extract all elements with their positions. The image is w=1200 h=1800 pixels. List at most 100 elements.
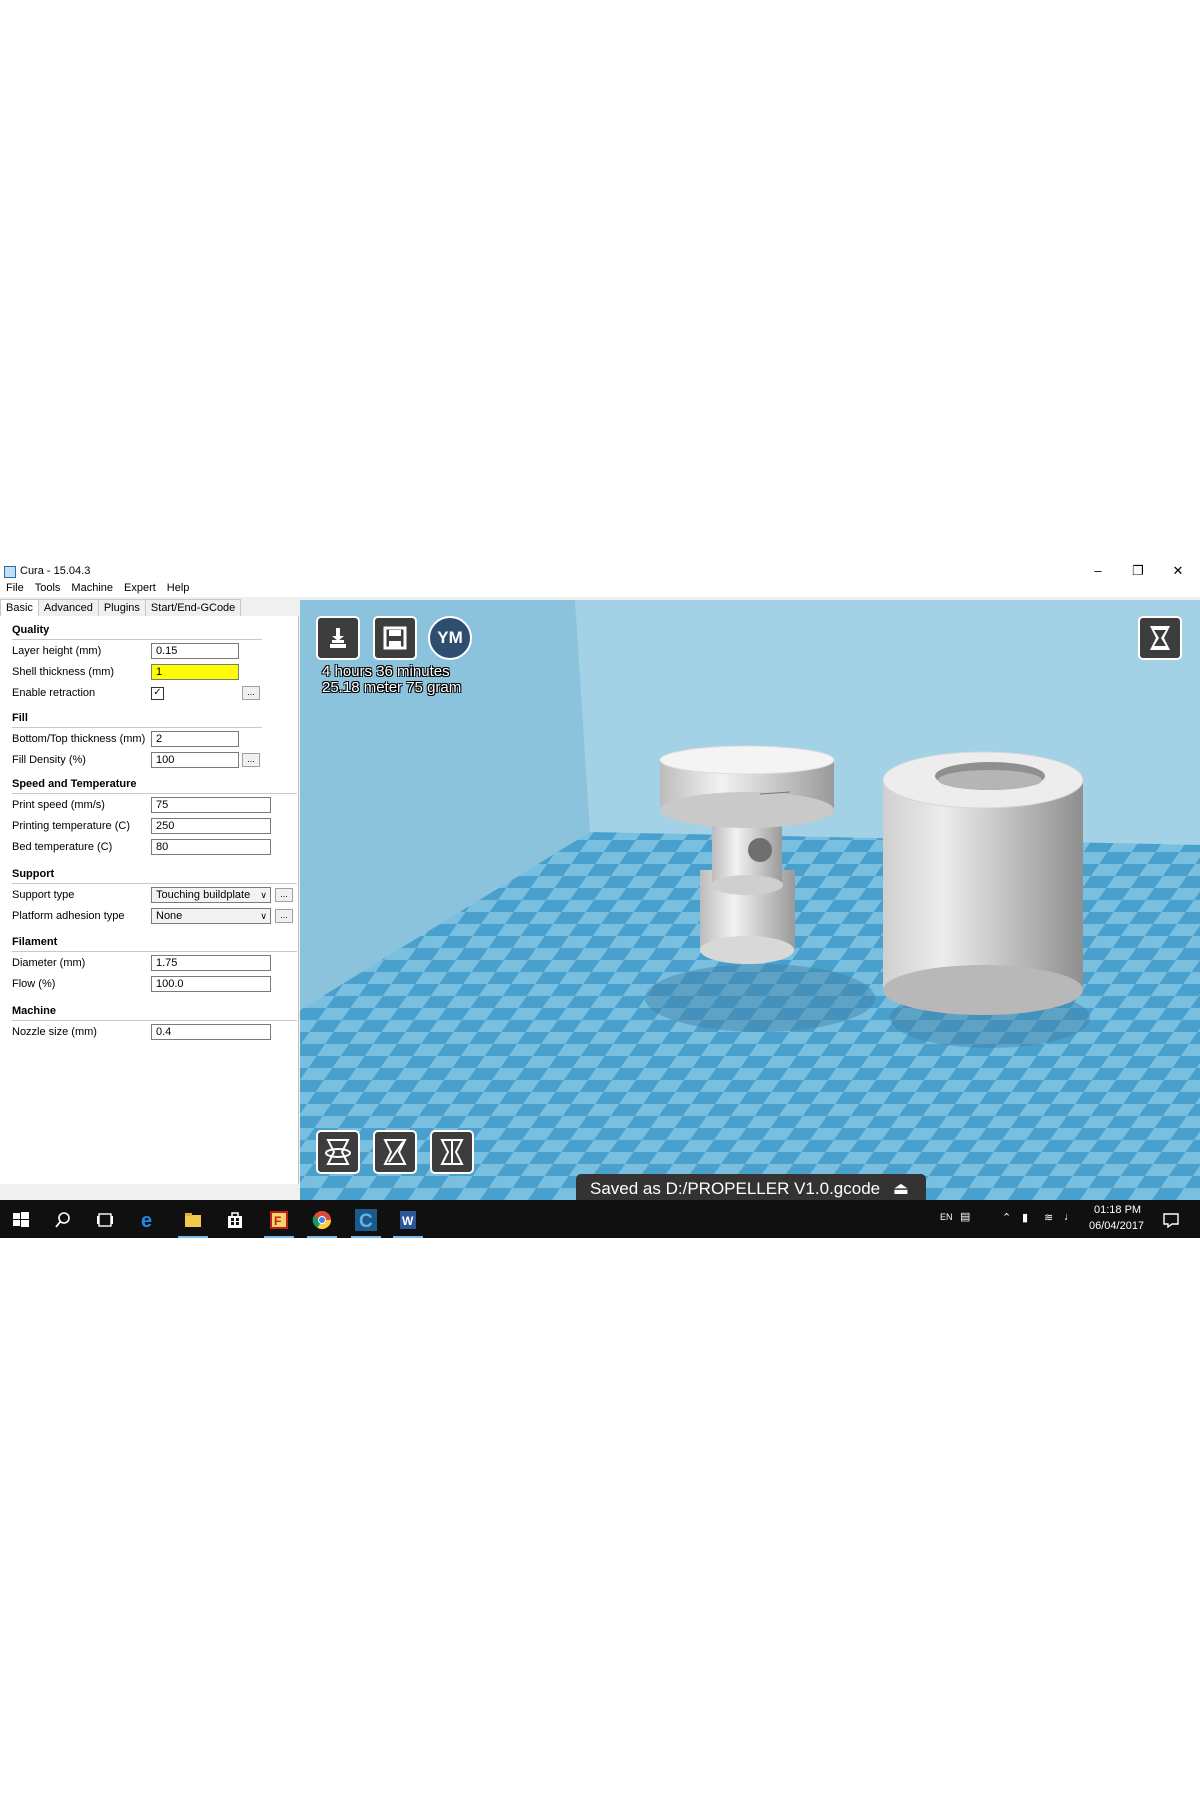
section-filament: Filament [12, 936, 58, 948]
bed-temperature-input[interactable]: 80 [151, 839, 271, 855]
flow-label: Flow (%) [12, 978, 56, 990]
word-icon[interactable]: W [397, 1209, 419, 1231]
battery-icon[interactable]: ▮ [1022, 1211, 1028, 1224]
shell-thickness-input[interactable]: 1 [151, 664, 239, 680]
shell-thickness-label: Shell thickness (mm) [12, 666, 115, 678]
load-model-button[interactable] [316, 616, 360, 660]
svg-text:W: W [402, 1214, 414, 1228]
search-icon[interactable] [52, 1209, 74, 1231]
enable-retraction-checkbox[interactable]: ✓ [151, 687, 164, 700]
chevron-down-icon: ∨ [260, 911, 267, 921]
fill-density-label: Fill Density (%) [12, 754, 86, 766]
close-button[interactable]: ✕ [1158, 562, 1198, 580]
youmagine-button[interactable]: YM [428, 616, 472, 660]
adhesion-more-button[interactable]: ... [275, 909, 293, 923]
support-type-select[interactable]: Touching buildplate ∨ [151, 887, 271, 903]
model-tube[interactable] [882, 751, 1084, 1015]
file-explorer-icon[interactable] [182, 1209, 204, 1231]
restore-button[interactable]: ❐ [1118, 562, 1158, 580]
3d-viewport[interactable]: YM 4 hours 36 minutes 25.18 meter 75 gra… [300, 600, 1200, 1200]
store-icon[interactable] [224, 1209, 246, 1231]
active-indicator [178, 1236, 208, 1238]
windows-icon[interactable] [10, 1209, 32, 1231]
chevron-up-icon[interactable]: ⌃ [1002, 1211, 1011, 1224]
edge-icon[interactable]: e [138, 1209, 160, 1231]
menu-expert[interactable]: Expert [118, 580, 161, 594]
wifi-icon[interactable]: ≋ [1044, 1211, 1053, 1224]
tab-advanced[interactable]: Advanced [37, 599, 99, 616]
support-type-value: Touching buildplate [156, 889, 251, 901]
printing-temperature-input[interactable]: 250 [151, 818, 271, 834]
print-time-estimate: 4 hours 36 minutes [322, 663, 450, 680]
rotate-tool-button[interactable] [316, 1130, 360, 1174]
layer-height-input[interactable]: 0.15 [151, 643, 239, 659]
divider [12, 727, 262, 728]
cura-window: Cura - 15.04.3 – ❐ ✕ File Tools Machine Exp… [0, 562, 1200, 1238]
platform-adhesion-select[interactable]: None ∨ [151, 908, 271, 924]
menu-help[interactable]: Help [161, 580, 195, 594]
chevron-down-icon: ∨ [260, 890, 267, 900]
task-view-icon[interactable] [94, 1209, 116, 1231]
tab-start-end-gcode[interactable]: Start/End-GCode [144, 599, 242, 616]
section-machine: Machine [12, 1005, 57, 1017]
nozzle-size-label: Nozzle size (mm) [12, 1026, 97, 1038]
cura-icon[interactable]: C [355, 1209, 377, 1231]
title-bar: Cura - 15.04.3 – ❐ ✕ [0, 562, 1200, 580]
menu-file[interactable]: File [0, 580, 29, 594]
scale-tool-button[interactable] [373, 1130, 417, 1174]
volume-icon[interactable]: ♩ [1064, 1211, 1075, 1223]
divider [12, 883, 297, 884]
filezilla-icon[interactable]: F [268, 1209, 290, 1231]
fill-more-button[interactable]: ... [242, 753, 260, 767]
print-speed-label: Print speed (mm/s) [12, 799, 105, 811]
flow-input[interactable]: 100.0 [151, 976, 271, 992]
divider [12, 793, 297, 794]
save-gcode-button[interactable] [373, 616, 417, 660]
section-speed-temperature: Speed and Temperature [12, 778, 137, 790]
diameter-label: Diameter (mm) [12, 957, 86, 969]
active-indicator [307, 1236, 337, 1238]
keyboard-icon[interactable]: ▤ [960, 1210, 970, 1223]
tab-plugins[interactable]: Plugins [97, 599, 146, 616]
retraction-more-button[interactable]: ... [242, 686, 260, 700]
menu-tools[interactable]: Tools [29, 580, 66, 594]
layer-height-label: Layer height (mm) [12, 645, 102, 657]
minimize-button[interactable]: – [1078, 562, 1118, 580]
support-more-button[interactable]: ... [275, 888, 293, 902]
fill-density-input[interactable]: 100 [151, 752, 239, 768]
divider [12, 951, 297, 952]
save-disk-icon [383, 626, 407, 650]
bottom-top-thickness-input[interactable]: 2 [151, 731, 239, 747]
divider [12, 639, 262, 640]
clock-time[interactable]: 01:18 PM [1094, 1204, 1141, 1216]
language-indicator[interactable]: EN [940, 1212, 953, 1222]
eject-icon[interactable]: ⏏ [893, 1179, 909, 1198]
cura-app-icon [4, 566, 16, 578]
view-mode-button[interactable] [1138, 616, 1182, 660]
windows-taskbar: e F C W EN ▤ ⌃ ▮ ≋ ♩ 01:18 PM 06/04/2017 [0, 1200, 1200, 1238]
mirror-icon [440, 1139, 464, 1165]
diameter-input[interactable]: 1.75 [151, 955, 271, 971]
notification-center-icon[interactable] [1160, 1209, 1182, 1231]
view-mode-icon [1150, 626, 1170, 650]
window-title: Cura - 15.04.3 [20, 565, 91, 577]
divider [12, 1020, 297, 1021]
bed-temperature-label: Bed temperature (C) [12, 841, 113, 853]
section-fill: Fill [12, 712, 28, 724]
menu-machine[interactable]: Machine [65, 580, 118, 594]
mirror-tool-button[interactable] [430, 1130, 474, 1174]
rotate-icon [325, 1139, 351, 1165]
platform-adhesion-label: Platform adhesion type [12, 910, 125, 922]
section-support: Support [12, 868, 55, 880]
svg-text:e: e [141, 1210, 152, 1231]
bottom-top-thickness-label: Bottom/Top thickness (mm) [12, 733, 146, 745]
svg-text:F: F [274, 1214, 281, 1228]
basic-settings-panel: Quality Layer height (mm) 0.15 Shell thi… [0, 616, 299, 1184]
chrome-icon[interactable] [311, 1209, 333, 1231]
nozzle-size-input[interactable]: 0.4 [151, 1024, 271, 1040]
support-type-label: Support type [12, 889, 75, 901]
clock-date[interactable]: 06/04/2017 [1089, 1220, 1144, 1232]
section-quality: Quality [12, 624, 50, 636]
print-speed-input[interactable]: 75 [151, 797, 271, 813]
tab-basic[interactable]: Basic [0, 599, 39, 616]
